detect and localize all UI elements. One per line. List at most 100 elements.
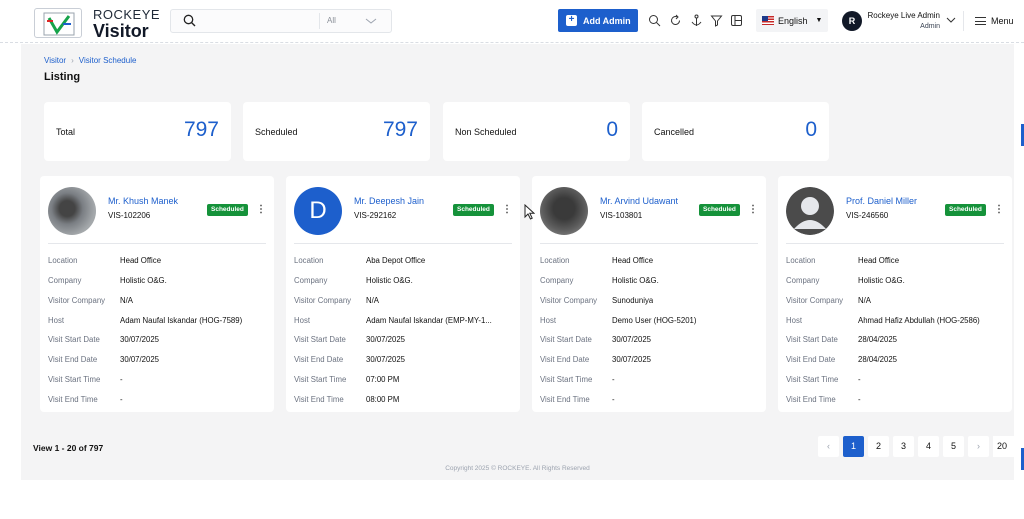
visitor-name[interactable]: Prof. Daniel Miller (846, 196, 917, 206)
row-value: - (120, 395, 123, 404)
row-host: Host Demo User (HOG-5201) (540, 316, 762, 328)
stat-label: Total (56, 127, 76, 137)
row-label: Host (294, 316, 311, 325)
row-value: 28/04/2025 (858, 355, 898, 364)
row-value: Head Office (858, 256, 900, 265)
row-label: Host (540, 316, 557, 325)
row-label: Visit End Date (540, 355, 590, 364)
refresh-icon[interactable] (669, 14, 682, 27)
visitor-name[interactable]: Mr. Deepesh Jain (354, 196, 424, 206)
menu-button[interactable]: Menu (975, 16, 1014, 26)
search-separator (319, 13, 320, 29)
card-divider (48, 243, 266, 244)
top-header: ROCKEYE Visitor All + Add Admin English … (0, 0, 1024, 43)
visitor-card[interactable]: D Mr. Deepesh Jain VIS-292162 Scheduled … (286, 176, 520, 412)
stat-value: 797 (382, 118, 418, 141)
row-location: Location Head Office (48, 256, 270, 268)
search-filter-select[interactable]: All (327, 16, 336, 25)
add-admin-label: Add Admin (583, 15, 631, 26)
pagination: ‹ 1 2 3 4 5 › 20 (818, 436, 1019, 457)
row-value: Demo User (HOG-5201) (612, 316, 697, 325)
status-badge: Scheduled (453, 204, 494, 216)
row-label: Visit End Time (294, 395, 344, 404)
row-company: Company Holistic O&G. (294, 276, 516, 288)
row-value: 30/07/2025 (120, 335, 160, 344)
language-label: English (778, 15, 808, 26)
filter-icon[interactable] (710, 14, 723, 27)
user-role: Admin (920, 23, 940, 30)
page-title: Listing (44, 71, 81, 83)
row-label: Host (786, 316, 803, 325)
anchor-icon[interactable] (690, 14, 703, 27)
add-admin-button[interactable]: + Add Admin (558, 9, 638, 32)
page-button[interactable]: 3 (893, 436, 914, 457)
page-button[interactable]: 2 (868, 436, 889, 457)
visitor-id: VIS-103801 (600, 211, 643, 220)
visitor-id: VIS-102206 (108, 211, 151, 220)
stat-card-total[interactable]: Total 797 (44, 102, 231, 161)
visitor-name[interactable]: Mr. Khush Manek (108, 196, 178, 206)
search-icon[interactable] (648, 14, 661, 27)
breadcrumb-visitor[interactable]: Visitor (44, 56, 66, 65)
visitor-card[interactable]: Mr. Khush Manek VIS-102206 Scheduled ⋮ L… (40, 176, 274, 412)
search-icon (183, 14, 196, 27)
page-size-select[interactable]: 20 (993, 436, 1019, 457)
user-name[interactable]: Rockeye Live Admin (864, 11, 940, 20)
row-value: - (858, 395, 861, 404)
next-page-button[interactable]: › (968, 436, 989, 457)
logo-mark-icon (43, 12, 75, 36)
row-value: 30/07/2025 (612, 355, 652, 364)
row-visit-start-date: Visit Start Date 30/07/2025 (540, 335, 762, 347)
row-label: Location (48, 256, 78, 265)
kebab-icon[interactable]: ⋮ (994, 204, 1004, 216)
mouse-cursor-icon (524, 204, 535, 220)
language-select[interactable]: English ▼ (756, 9, 828, 32)
stat-card-cancelled[interactable]: Cancelled 0 (642, 102, 829, 161)
stat-value: 0 (805, 118, 817, 141)
row-location: Location Head Office (786, 256, 1008, 268)
breadcrumb-visitor-schedule[interactable]: Visitor Schedule (79, 56, 137, 65)
app: ROCKEYE Visitor All + Add Admin English … (0, 0, 1024, 519)
kebab-icon[interactable]: ⋮ (256, 204, 266, 216)
row-label: Company (786, 276, 820, 285)
row-company: Company Holistic O&G. (48, 276, 270, 288)
stat-card-non-scheduled[interactable]: Non Scheduled 0 (443, 102, 630, 161)
row-label: Visit Start Time (786, 375, 839, 384)
visitor-card[interactable]: Mr. Arvind Udawant VIS-103801 Scheduled … (532, 176, 766, 412)
row-label: Visit End Time (540, 395, 590, 404)
chevron-down-icon[interactable] (946, 16, 956, 24)
copyright: Copyright 2025 © ROCKEYE. All Rights Res… (445, 465, 590, 472)
visitor-card[interactable]: Prof. Daniel Miller VIS-246560 Scheduled… (778, 176, 1012, 412)
row-value: 07:00 PM (366, 375, 400, 384)
kebab-icon[interactable]: ⋮ (502, 204, 512, 216)
page-button[interactable]: 5 (943, 436, 964, 457)
visitor-name[interactable]: Mr. Arvind Udawant (600, 196, 678, 206)
us-flag-icon (762, 16, 774, 25)
row-location: Location Aba Depot Office (294, 256, 516, 268)
kebab-icon[interactable]: ⋮ (748, 204, 758, 216)
global-search[interactable]: All (170, 9, 392, 33)
row-value: 28/04/2025 (858, 335, 898, 344)
layout-icon[interactable] (730, 14, 743, 27)
card-divider (540, 243, 758, 244)
row-visit-end-date: Visit End Date 30/07/2025 (48, 355, 270, 367)
row-visit-end-time: Visit End Time - (48, 395, 270, 407)
chevron-down-icon[interactable] (365, 16, 377, 26)
row-label: Visitor Company (48, 296, 106, 305)
row-label: Visit Start Date (786, 335, 838, 344)
row-visit-start-date: Visit Start Date 30/07/2025 (48, 335, 270, 347)
row-visit-end-time: Visit End Time - (540, 395, 762, 407)
page-button[interactable]: 4 (918, 436, 939, 457)
row-label: Company (540, 276, 574, 285)
user-avatar[interactable]: R (842, 11, 862, 31)
logo[interactable] (34, 8, 82, 38)
row-location: Location Head Office (540, 256, 762, 268)
row-value: - (858, 375, 861, 384)
page-button[interactable]: 1 (843, 436, 864, 457)
stat-card-scheduled[interactable]: Scheduled 797 (243, 102, 430, 161)
brand-main: Visitor (93, 21, 149, 41)
prev-page-button[interactable]: ‹ (818, 436, 839, 457)
row-label: Visit End Date (48, 355, 98, 364)
row-value: Adam Naufal Iskandar (EMP-MY-1... (366, 316, 492, 325)
stat-label: Cancelled (654, 127, 695, 137)
